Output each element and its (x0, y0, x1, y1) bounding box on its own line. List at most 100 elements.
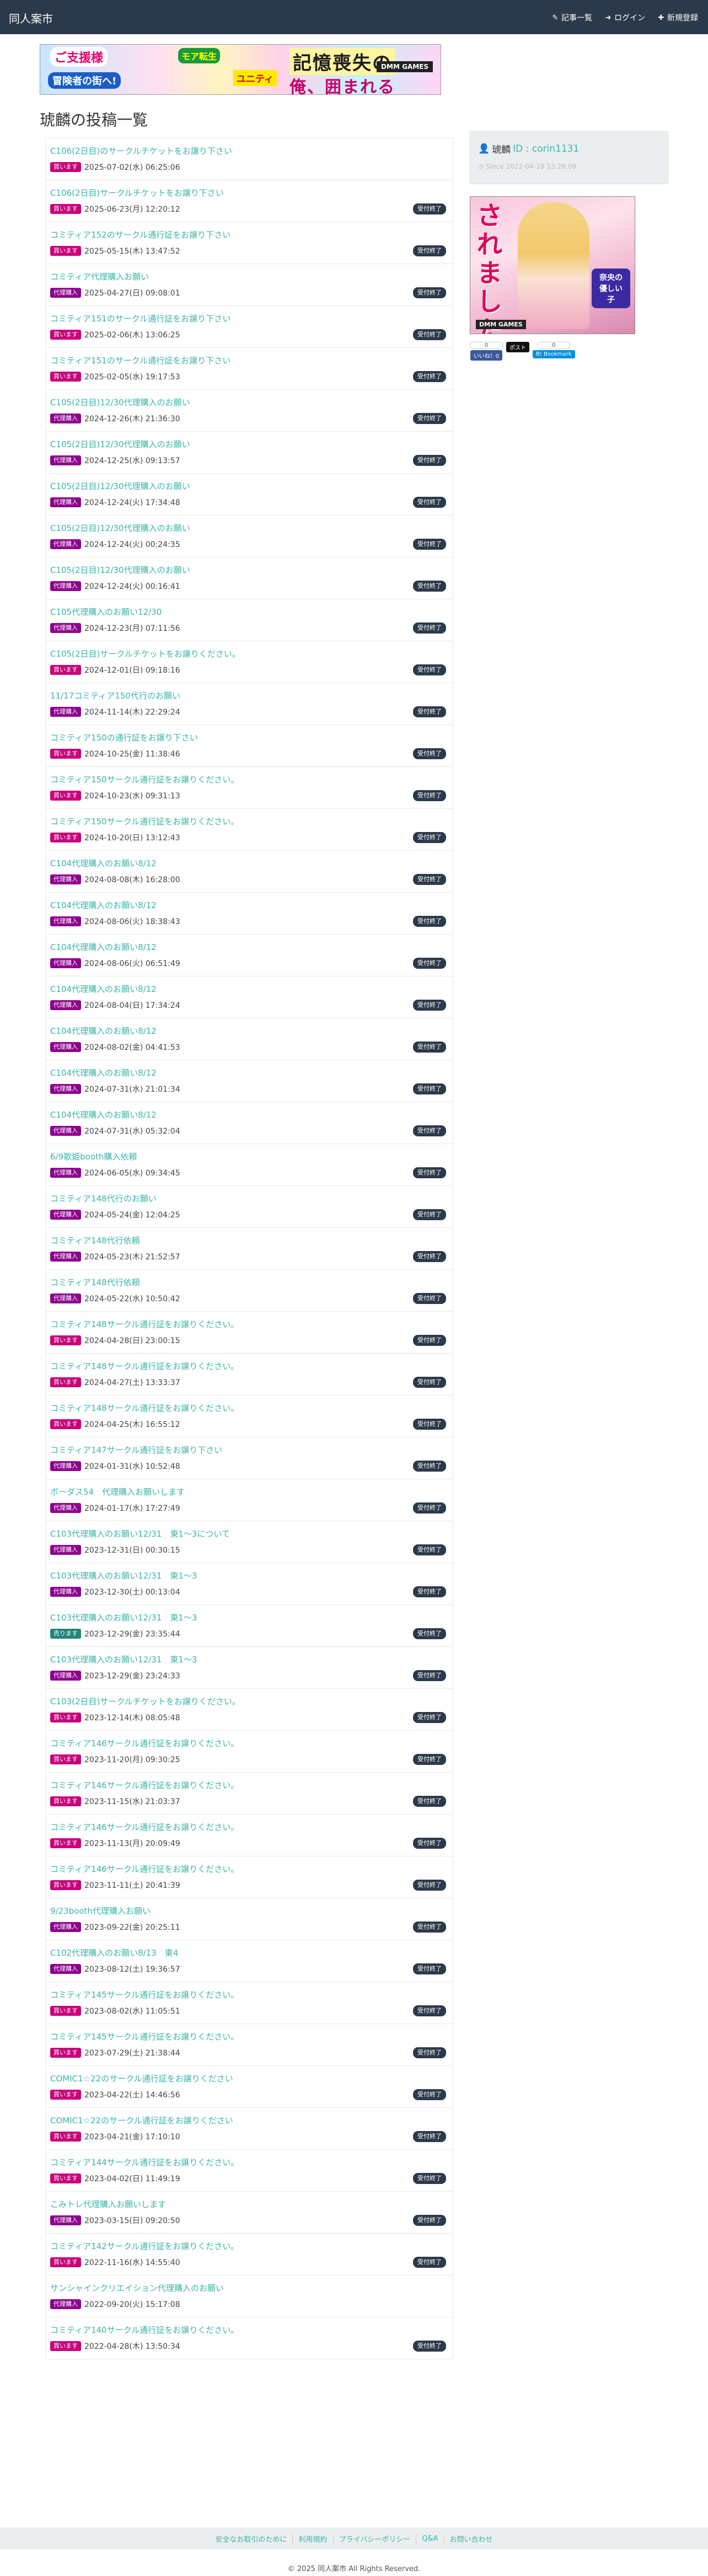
post-title-link[interactable]: コミティア146サークル通行証をお譲りください。 (50, 1863, 239, 1875)
nav-login-link[interactable]: ➜ ログイン (604, 12, 645, 23)
post-title-link[interactable]: C105(2日目)12/30代理購入のお願い (50, 480, 190, 492)
ad-badge: 奈央の優しい子 (592, 269, 630, 308)
page-title: 琥麟の投稿一覧 (40, 111, 148, 129)
ad-logo: DMM GAMES (476, 320, 526, 329)
post-title-link[interactable]: 11/17コミティア150代行のお願い (50, 690, 180, 701)
profile-id-link[interactable]: ID : corin1131 (513, 143, 579, 154)
hatena-bookmark-button[interactable]: B! Bookmark (533, 350, 575, 358)
category-badge: 代理購入 (50, 958, 81, 968)
post-title-link[interactable]: コミティア152のサークル通行証をお譲り下さい (50, 229, 230, 240)
post-title-link[interactable]: コミティア151のサークル通行証をお譲り下さい (50, 355, 230, 366)
post-title-link[interactable]: コミティア147サークル通行証をお譲り下さい (50, 1444, 222, 1456)
plus-icon: ✚ (658, 13, 664, 22)
post-item: コミティア145サークル通行証をお譲りください。 買います 2023-08-02(水… (45, 1982, 453, 2024)
post-title-link[interactable]: COMIC1☆22のサークル通行証をお譲りください (50, 2115, 233, 2126)
post-title-link[interactable]: コミティア150サークル通行証をお譲りください。 (50, 815, 239, 827)
site-logo[interactable]: 同人案市 (9, 10, 53, 26)
facebook-like-button[interactable]: いいね！0 (470, 350, 503, 361)
post-title-link[interactable]: コミティア144サークル通行証をお譲りください。 (50, 2156, 239, 2168)
post-title-link[interactable]: C105(2日目)12/30代理購入のお願い (50, 438, 190, 450)
post-title-link[interactable]: コミティア142サークル通行証をお譲りください。 (50, 2240, 239, 2252)
post-title-link[interactable]: C103代理購入のお願い12/31 東1〜3 (50, 1612, 197, 1623)
post-title-link[interactable]: C106(2日目)のサークルチケットをお譲り下さい (50, 145, 232, 157)
post-title-link[interactable]: COMIC1☆22のサークル通行証をお譲りください (50, 2073, 233, 2084)
post-meta: 代理購入 2024-12-24(火) 17:34:48 (50, 497, 180, 508)
post-item: C104代理購入のお願い8/12 代理購入 2024-08-06(火) 18:38:… (45, 893, 453, 935)
post-title-link[interactable]: ボーダス54 代理購入お願いします (50, 1486, 185, 1498)
post-meta: 代理購入 2024-08-06(火) 06:51:49 (50, 958, 180, 969)
post-date: 2024-08-04(日) 17:34:24 (84, 1001, 180, 1010)
post-title-link[interactable]: C105(2日目)12/30代理購入のお願い (50, 564, 190, 576)
post-item: C104代理購入のお願い8/12 代理購入 2024-08-02(金) 04:41:… (45, 1018, 453, 1060)
post-title-link[interactable]: C106(2日目)サークルチケットをお譲り下さい (50, 187, 224, 198)
post-title-link[interactable]: コミティア148サークル通行証をお譲りください。 (50, 1402, 239, 1414)
footer-link-faq[interactable]: Q&A (416, 2534, 444, 2543)
post-title-link[interactable]: C103代理購入のお願い12/31 東1〜3 (50, 1654, 197, 1665)
post-title-link[interactable]: C102代理購入のお願い8/13 東4 (50, 1947, 178, 1958)
category-badge: 買います (50, 665, 81, 675)
post-title-link[interactable]: コミティア150サークル通行証をお譲りください。 (50, 774, 239, 785)
footer-link-terms[interactable]: 利用規約 (293, 2533, 334, 2544)
post-item: コミティア145サークル通行証をお譲りください。 買います 2023-07-29(土… (45, 2024, 453, 2066)
post-meta: 代理購入 2022-09-20(火) 15:17:08 (50, 2299, 180, 2310)
status-badge: 受付終了 (413, 1293, 446, 1304)
post-meta: 買います 2024-04-28(日) 23:00:15 (50, 1335, 180, 1346)
top-banner-ad[interactable]: ご支援様 冒険者の街へ! モア転生 ユニティ 記憶喪失の 俺、囲まれる DMM … (40, 44, 441, 95)
footer-link-safety[interactable]: 安全なお取引のために (210, 2533, 293, 2544)
post-item: C104代理購入のお願い8/12 代理購入 2024-08-06(火) 06:51:… (45, 935, 453, 976)
ad-headline: されましたら (477, 201, 502, 334)
post-title-link[interactable]: C103代理購入のお願い12/31 東1〜3について (50, 1528, 230, 1539)
post-title-link[interactable]: コミティア148サークル通行証をお譲りください。 (50, 1360, 239, 1372)
post-title-link[interactable]: コミティア146サークル通行証をお譲りください。 (50, 1821, 239, 1833)
post-title-link[interactable]: コミティア148代行依頼 (50, 1276, 140, 1288)
post-title-link[interactable]: C104代理購入のお願い8/12 (50, 899, 157, 911)
nav-register-link[interactable]: ✚ 新規登録 (657, 12, 698, 23)
post-date: 2024-10-20(日) 13:12:43 (84, 834, 180, 842)
post-title-link[interactable]: サンシャインクリエイション代理購入のお願い (50, 2282, 224, 2294)
post-title-link[interactable]: こみトレ代理購入お願いします (50, 2198, 166, 2210)
post-title-link[interactable]: C105(2日目)サークルチケットをお譲りください。 (50, 648, 240, 659)
category-badge: 代理購入 (50, 414, 81, 423)
post-meta: 買います 2024-12-01(日) 09:18:16 (50, 664, 180, 675)
post-title-link[interactable]: コミティア148サークル通行証をお譲りください。 (50, 1318, 239, 1330)
x-post-button[interactable]: ポスト (506, 342, 529, 352)
post-item: C105(2日目)12/30代理購入のお願い 代理購入 2024-12-24(火) … (45, 474, 453, 516)
post-title-link[interactable]: コミティア148代行依頼 (50, 1235, 140, 1246)
post-title-link[interactable]: C104代理購入のお願い8/12 (50, 983, 157, 995)
post-title-link[interactable]: 6/9歌姫booth購入依頼 (50, 1151, 137, 1162)
footer-link-contact[interactable]: お問い合わせ (444, 2534, 498, 2544)
status-badge: 受付終了 (413, 1544, 446, 1555)
post-title-link[interactable]: コミティア140サークル通行証をお譲りください。 (50, 2324, 239, 2336)
footer-link-privacy[interactable]: プライバシーポリシー (334, 2533, 417, 2544)
category-badge: 買います (50, 1419, 81, 1429)
post-title-link[interactable]: コミティア代理購入お願い (50, 271, 149, 282)
post-title-link[interactable]: C104代理購入のお願い8/12 (50, 1025, 157, 1037)
status-badge: 受付終了 (413, 287, 446, 298)
post-title-link[interactable]: C104代理購入のお願い8/12 (50, 941, 157, 953)
post-title-link[interactable]: コミティア145サークル通行証をお譲りください。 (50, 2031, 239, 2042)
post-title-link[interactable]: 9/23booth代理購入お願い (50, 1905, 151, 1917)
post-title-link[interactable]: コミティア145サークル通行証をお譲りください。 (50, 1989, 239, 2000)
post-title-link[interactable]: C105代理購入のお願い12/30 (50, 606, 162, 618)
post-title-link[interactable]: コミティア150の通行証をお譲り下さい (50, 732, 198, 743)
post-title-link[interactable]: コミティア148代行のお願い (50, 1193, 157, 1204)
post-title-link[interactable]: C103代理購入のお願い12/31 東1〜3 (50, 1570, 197, 1581)
post-title-link[interactable]: C104代理購入のお願い8/12 (50, 857, 157, 869)
post-title-link[interactable]: C104代理購入のお願い8/12 (50, 1067, 157, 1078)
nav-register-label: 新規登録 (667, 14, 698, 23)
post-date: 2024-12-01(日) 09:18:16 (84, 666, 180, 675)
nav-articles-link[interactable]: ✎ 記事一覧 (551, 12, 592, 23)
post-meta: 買います 2023-04-21(金) 17:10:10 (50, 2131, 180, 2142)
post-title-link[interactable]: コミティア146サークル通行証をお譲りください。 (50, 1737, 239, 1749)
post-title-link[interactable]: C105(2日目)12/30代理購入のお願い (50, 396, 190, 408)
post-title-link[interactable]: コミティア146サークル通行証をお譲りください。 (50, 1779, 239, 1791)
post-title-link[interactable]: コミティア151のサークル通行証をお譲り下さい (50, 313, 230, 324)
post-item: コミティア148サークル通行証をお譲りください。 買います 2024-04-27(土… (45, 1354, 453, 1396)
category-badge: 代理購入 (50, 1545, 81, 1555)
status-badge: 受付終了 (413, 2257, 446, 2268)
sidebar-ad[interactable]: されましたら 奈央の優しい子 DMM GAMES (470, 196, 635, 334)
category-badge: 代理購入 (50, 455, 81, 465)
post-title-link[interactable]: C103(2日目)サークルチケットをお譲りください。 (50, 1695, 240, 1707)
post-title-link[interactable]: C104代理購入のお願い8/12 (50, 1109, 157, 1120)
post-title-link[interactable]: C105(2日目)12/30代理購入のお願い (50, 522, 190, 534)
